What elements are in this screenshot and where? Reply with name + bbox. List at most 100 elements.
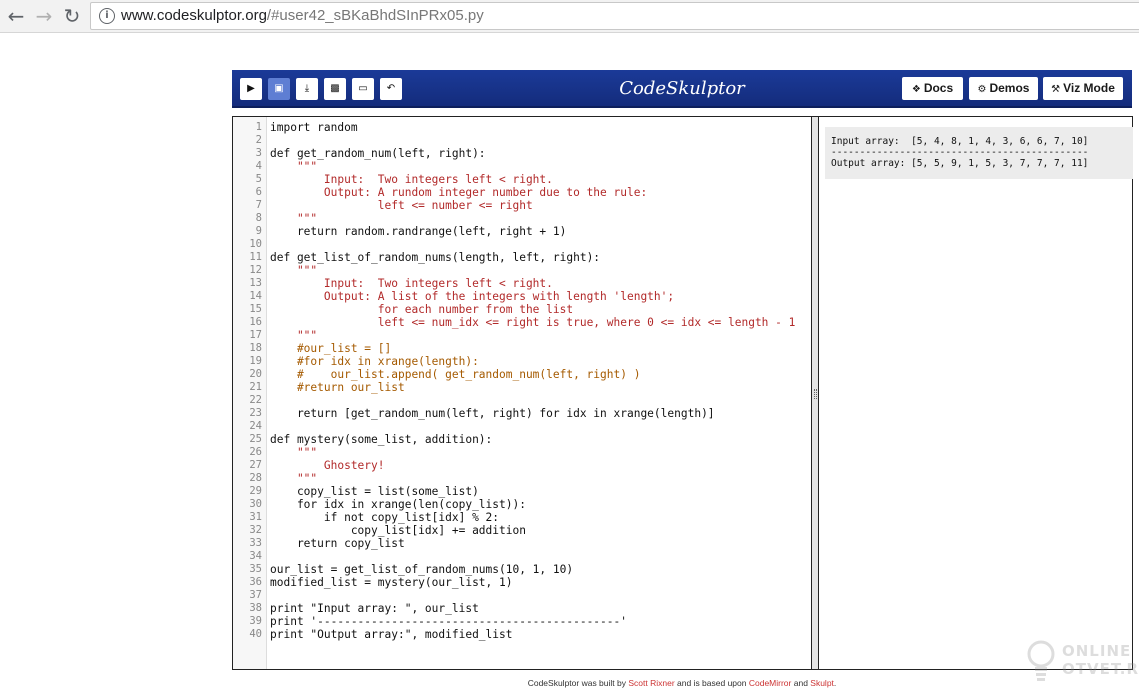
codemirror-link[interactable]: CodeMirror <box>749 678 792 688</box>
code-line[interactable]: Input: Two integers left < right. <box>270 277 553 290</box>
line-number: 9 <box>255 225 262 237</box>
code-line[interactable]: return random.randrange(left, right + 1) <box>270 225 566 238</box>
code-line[interactable]: """ <box>270 329 317 342</box>
code-line[interactable]: """ <box>270 212 317 225</box>
viz-mode-label: Viz Mode <box>1063 81 1115 95</box>
line-number: 13 <box>249 277 262 289</box>
line-number: 18 <box>249 342 262 354</box>
output-block: Input array: [5, 4, 8, 1, 4, 3, 6, 6, 7,… <box>825 127 1133 179</box>
code-line[interactable]: Input: Two integers left < right. <box>270 173 553 186</box>
code-line[interactable]: for each number from the list <box>270 303 573 316</box>
code-line[interactable]: for idx in xrange(len(copy_list)): <box>270 498 526 511</box>
code-line[interactable]: return [get_random_num(left, right) for … <box>270 407 715 420</box>
code-line[interactable]: return copy_list <box>270 537 405 550</box>
line-number: 40 <box>249 628 262 640</box>
line-number: 32 <box>249 524 262 536</box>
code-line[interactable]: left <= number <= right <box>270 199 533 212</box>
url-path: /#user42_sBKaBhdSInPRx05.py <box>266 7 484 24</box>
code-line[interactable]: #for idx in xrange(length): <box>270 355 479 368</box>
line-number: 39 <box>249 615 262 627</box>
code-line[interactable]: left <= num_idx <= right is true, where … <box>270 316 796 329</box>
code-line[interactable]: # our_list.append( get_random_num(left, … <box>270 368 641 381</box>
docs-button[interactable]: ❖ Docs <box>902 77 963 100</box>
skulpt-link[interactable]: Skulpt <box>810 678 834 688</box>
watermark-line1: ONLINE <box>1062 642 1132 660</box>
back-arrow-icon[interactable]: ← <box>4 4 28 28</box>
line-number: 26 <box>249 446 262 458</box>
output-line: ----------------------------------------… <box>831 147 1089 158</box>
url-text[interactable]: www.codeskulptor.org/#user42_sBKaBhdSInP… <box>121 7 484 24</box>
code-line[interactable]: #return our_list <box>270 381 405 394</box>
code-line[interactable]: import random <box>270 121 358 134</box>
code-line[interactable]: copy_list = list(some_list) <box>270 485 479 498</box>
code-editor[interactable]: 1 2 3 4 5 6 7 8 9 10 11 12 13 14 15 16 17 18 19 20 21 22 23 24 2… <box>232 116 812 670</box>
watermark: ONLINEOTVET.RU <box>1026 638 1139 688</box>
line-number: 1 <box>255 121 262 133</box>
demos-label: Demos <box>989 81 1030 95</box>
info-icon[interactable]: i <box>99 8 115 24</box>
line-number: 25 <box>249 433 262 445</box>
line-number: 11 <box>249 251 262 263</box>
line-number: 19 <box>249 355 262 367</box>
line-number: 29 <box>249 485 262 497</box>
line-number: 33 <box>249 537 262 549</box>
code-line[interactable]: Ghostery! <box>270 459 385 472</box>
browser-toolbar: ← → ↻ i www.codeskulptor.org/#user42_sBK… <box>0 0 1139 33</box>
line-number: 8 <box>255 212 262 224</box>
line-number: 17 <box>249 329 262 341</box>
line-number: 38 <box>249 602 262 614</box>
watermark-line2: OTVET.RU <box>1062 660 1139 678</box>
output-console: Input array: [5, 4, 8, 1, 4, 3, 6, 6, 7,… <box>818 116 1133 670</box>
code-line[interactable]: copy_list[idx] += addition <box>270 524 526 537</box>
line-number: 10 <box>249 238 262 250</box>
output-line: Input array: [5, 4, 8, 1, 4, 3, 6, 6, 7,… <box>831 136 1089 147</box>
viz-mode-button[interactable]: ⚒ Viz Mode <box>1043 77 1123 100</box>
line-number: 28 <box>249 472 262 484</box>
code-line[interactable]: our_list = get_list_of_random_nums(10, 1… <box>270 563 573 576</box>
code-line[interactable]: modified_list = mystery(our_list, 1) <box>270 576 512 589</box>
footer-text: and <box>791 678 811 688</box>
code-line[interactable]: #our_list = [] <box>270 342 391 355</box>
output-line: Output array: [5, 5, 9, 1, 5, 3, 7, 7, 7… <box>831 158 1089 169</box>
line-number: 15 <box>249 303 262 315</box>
app-toolbar: ▶ ▣ ⤓ ▩ ▭ ↶ CodeSkulptor ❖ Docs ⚙ Demos ⚒ V… <box>232 70 1132 108</box>
code-line[interactable]: print "Output array:", modified_list <box>270 628 512 641</box>
demos-icon: ⚙ <box>977 84 987 95</box>
footer: CodeSkulptor was built by Scott Rixner a… <box>232 678 1132 688</box>
footer-text: and is based upon <box>674 678 749 688</box>
url-domain: www.codeskulptor.org <box>121 7 267 24</box>
footer-text: . <box>833 678 837 688</box>
code-line[interactable]: """ <box>270 472 317 485</box>
watermark-text: ONLINEOTVET.RU <box>1062 642 1139 678</box>
code-line[interactable]: print '---------------------------------… <box>270 615 627 628</box>
line-number: 22 <box>249 394 262 406</box>
line-number: 36 <box>249 576 262 588</box>
docs-label: Docs <box>923 81 954 95</box>
code-line[interactable]: def mystery(some_list, addition): <box>270 433 492 446</box>
code-line[interactable]: """ <box>270 160 317 173</box>
demos-button[interactable]: ⚙ Demos <box>969 77 1038 100</box>
line-number: 2 <box>255 134 262 146</box>
code-line[interactable]: """ <box>270 446 317 459</box>
code-line[interactable]: def get_random_num(left, right): <box>270 147 486 160</box>
code-line[interactable]: Output: A list of the integers with leng… <box>270 290 674 303</box>
footer-text: CodeSkulptor was built by <box>527 678 629 688</box>
lightbulb-icon <box>1027 640 1055 681</box>
line-number: 21 <box>249 381 262 393</box>
address-bar[interactable]: i www.codeskulptor.org/#user42_sBKaBhdSI… <box>90 2 1139 30</box>
line-number: 37 <box>249 589 262 601</box>
code-line[interactable]: print "Input array: ", our_list <box>270 602 479 615</box>
splitter-grip-icon[interactable] <box>814 389 817 399</box>
line-number: 30 <box>249 498 262 510</box>
code-line[interactable]: if not copy_list[idx] % 2: <box>270 511 499 524</box>
info-circle-icon: ❖ <box>911 84 921 95</box>
code-line[interactable]: """ <box>270 264 317 277</box>
code-line[interactable]: Output: A rundom integer number due to t… <box>270 186 647 199</box>
reload-icon[interactable]: ↻ <box>60 4 84 28</box>
line-number-gutter: 1 2 3 4 5 6 7 8 9 10 11 12 13 14 15 16 17 18 19 20 21 22 23 24 2… <box>233 117 267 669</box>
forward-arrow-icon[interactable]: → <box>32 4 56 28</box>
author-link[interactable]: Scott Rixner <box>628 678 674 688</box>
line-number: 31 <box>249 511 262 523</box>
code-line[interactable]: def get_list_of_random_nums(length, left… <box>270 251 600 264</box>
line-number: 7 <box>255 199 262 211</box>
